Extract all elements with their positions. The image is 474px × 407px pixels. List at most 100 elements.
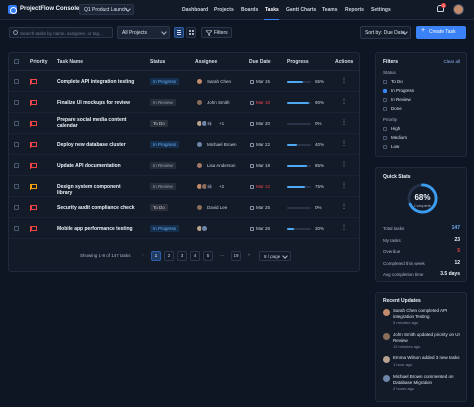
more-actions-icon[interactable]: ⋮: [341, 98, 347, 105]
progress-bar-fill: [287, 144, 297, 146]
calendar-icon: [250, 79, 254, 84]
page-button[interactable]: 19: [231, 251, 241, 261]
task-name[interactable]: Update API documentation: [57, 163, 137, 169]
nav-settings[interactable]: Settings: [371, 7, 391, 13]
grid-view-button[interactable]: [186, 27, 196, 38]
page-button[interactable]: 4: [190, 251, 200, 261]
filter-option[interactable]: Medium: [383, 135, 461, 142]
high-priority-flag-icon: [30, 142, 37, 148]
project-filter-select[interactable]: All Projects: [117, 26, 170, 39]
filter-option[interactable]: High: [383, 126, 461, 133]
stat-value: 5: [457, 248, 460, 254]
page-button[interactable]: 5: [203, 251, 213, 261]
filter-option[interactable]: In Review: [383, 97, 461, 104]
page-button[interactable]: 2: [164, 251, 174, 261]
row-checkbox[interactable]: [14, 163, 19, 168]
checkbox[interactable]: [383, 145, 387, 149]
task-name[interactable]: Deploy new database cluster: [57, 142, 137, 148]
update-time: 2 hours ago: [393, 386, 415, 391]
progress-percent: 0%: [315, 205, 322, 210]
filter-option[interactable]: To Do: [383, 79, 461, 86]
nav-tasks[interactable]: Tasks: [265, 7, 279, 13]
task-name[interactable]: Design system component library: [57, 184, 137, 196]
task-name[interactable]: Finalize UI mockups for review: [57, 100, 137, 106]
page-button[interactable]: 1: [151, 251, 161, 261]
filter-option[interactable]: Low: [383, 144, 461, 151]
nav-reports[interactable]: Reports: [345, 7, 364, 13]
project-selector[interactable]: Q1 Product Launch: [79, 4, 134, 15]
due-date: Mar 25: [256, 205, 271, 210]
filters-title: Filters: [383, 59, 399, 65]
next-page-button[interactable]: ›: [244, 251, 254, 261]
avatar[interactable]: [453, 4, 464, 15]
update-text: Michael Brown commented on Database Migr…: [393, 374, 454, 385]
row-checkbox[interactable]: [14, 205, 19, 210]
table-row[interactable]: Deploy new database cluster In Progress Mi…: [9, 134, 359, 155]
checkbox[interactable]: [383, 127, 387, 131]
header-due-date[interactable]: Due Date: [249, 59, 271, 65]
header-assignee[interactable]: Assignee: [195, 59, 217, 65]
table-row[interactable]: Security audit compliance check To Do Davi…: [9, 197, 359, 218]
list-view-button[interactable]: [174, 27, 184, 38]
more-actions-icon[interactable]: ⋮: [341, 224, 347, 231]
select-all-checkbox[interactable]: [14, 59, 19, 64]
high-priority-flag-icon: [30, 226, 37, 232]
task-name[interactable]: Security audit compliance check: [57, 205, 137, 211]
filter-option[interactable]: In Progress: [383, 88, 461, 95]
more-actions-icon[interactable]: ⋮: [341, 182, 347, 189]
table-row[interactable]: Mobile app performance testing In Progres…: [9, 218, 359, 239]
row-checkbox[interactable]: [14, 100, 19, 105]
nav-gantt-charts[interactable]: Gantt Charts: [286, 7, 316, 13]
row-checkbox[interactable]: [14, 121, 19, 126]
assignee-count: +2: [219, 184, 225, 189]
progress-bar: [287, 207, 311, 209]
more-actions-icon[interactable]: ⋮: [341, 77, 347, 84]
update-time: 12 minutes ago: [393, 344, 421, 349]
row-checkbox[interactable]: [14, 79, 19, 84]
task-name[interactable]: Mobile app performance testing: [57, 226, 137, 232]
table-header: Priority Task Name Status Assignee Due D…: [9, 53, 359, 71]
table-row[interactable]: Prepare social media content calendar To …: [9, 113, 359, 134]
per-page-select[interactable]: 8 / page: [259, 251, 291, 261]
page-button[interactable]: 3: [177, 251, 187, 261]
assignee-name: David Lee: [207, 205, 228, 210]
due-date: Mar 22: [256, 142, 271, 147]
search-input[interactable]: [20, 29, 110, 37]
more-actions-icon[interactable]: ⋮: [341, 119, 347, 126]
more-actions-icon[interactable]: ⋮: [341, 203, 347, 210]
table-row[interactable]: Finalize UI mockups for review In Review J…: [9, 92, 359, 113]
row-checkbox[interactable]: [14, 226, 19, 231]
nav-projects[interactable]: Projects: [214, 7, 234, 13]
header-task-name[interactable]: Task Name: [57, 59, 83, 65]
search-box: [9, 27, 113, 38]
header-status[interactable]: Status: [150, 59, 165, 65]
table-row[interactable]: Complete API integration testing In Progr…: [9, 71, 359, 92]
nav-teams[interactable]: Teams: [322, 7, 337, 13]
prev-page-button[interactable]: ‹: [138, 251, 148, 261]
checkbox-checked[interactable]: [383, 89, 387, 93]
table-row[interactable]: Update API documentation In Review Lisa An…: [9, 155, 359, 176]
status-badge: In Progress: [150, 141, 180, 148]
create-task-button[interactable]: + Create Task: [416, 26, 466, 39]
header-progress[interactable]: Progress: [287, 59, 309, 65]
filter-option[interactable]: Done: [383, 106, 461, 113]
checkbox[interactable]: [383, 98, 387, 102]
progress-bar: [287, 123, 311, 125]
checkbox[interactable]: [383, 80, 387, 84]
checkbox[interactable]: [383, 107, 387, 111]
header-priority[interactable]: Priority: [30, 59, 48, 65]
clear-all-link[interactable]: Clear all: [443, 59, 460, 64]
more-actions-icon[interactable]: ⋮: [341, 161, 347, 168]
nav-boards[interactable]: Boards: [241, 7, 258, 13]
sort-select[interactable]: Sort by: Due Date: [360, 26, 411, 39]
row-checkbox[interactable]: [14, 184, 19, 189]
progress-bar: [287, 186, 311, 188]
task-name[interactable]: Complete API integration testing: [57, 79, 137, 85]
more-actions-icon[interactable]: ⋮: [341, 140, 347, 147]
row-checkbox[interactable]: [14, 142, 19, 147]
nav-dashboard[interactable]: Dashboard: [182, 7, 208, 13]
task-name[interactable]: Prepare social media content calendar: [57, 117, 137, 129]
filters-button[interactable]: Filters: [201, 27, 232, 38]
table-row[interactable]: Design system component library In Review…: [9, 176, 359, 197]
checkbox[interactable]: [383, 136, 387, 140]
